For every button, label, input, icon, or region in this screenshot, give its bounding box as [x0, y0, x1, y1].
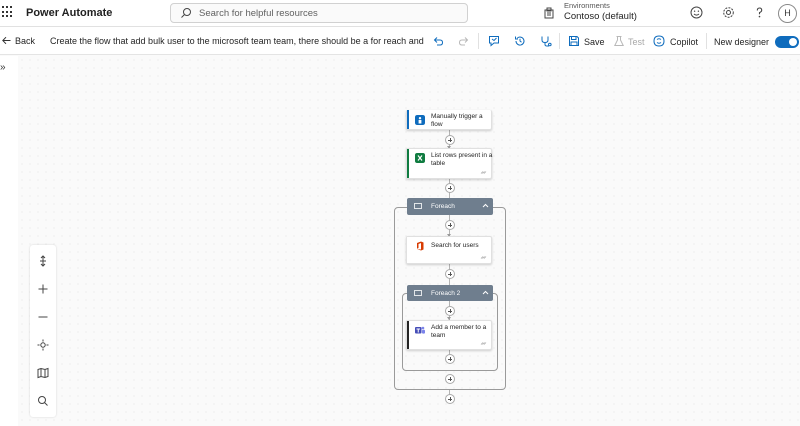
excel-icon — [415, 153, 425, 163]
loop-icon — [414, 203, 422, 209]
list-rows-card[interactable]: List rows present in a table — [406, 148, 492, 179]
test-button[interactable]: Test — [628, 37, 645, 47]
collapse-chevron-icon[interactable] — [482, 202, 489, 209]
insert-step-button[interactable] — [445, 306, 455, 316]
foreach-header[interactable]: Foreach — [407, 198, 493, 215]
zoom-in-icon[interactable] — [37, 283, 49, 295]
command-bar: Back Create the flow that add bulk user … — [0, 27, 800, 55]
save-icon[interactable] — [568, 35, 580, 47]
flow-title[interactable]: Create the flow that add bulk user to th… — [50, 36, 425, 46]
collapse-chevron-icon[interactable] — [482, 289, 489, 296]
card-accent — [407, 321, 409, 349]
add-member-card[interactable]: Add a member to a team — [406, 320, 492, 350]
user-avatar[interactable]: H — [778, 4, 797, 23]
canvas-controls — [30, 245, 56, 417]
save-button[interactable]: Save — [584, 37, 605, 47]
search-box[interactable]: Search for helpful resources — [170, 3, 468, 23]
back-arrow-icon[interactable] — [2, 36, 11, 45]
connection-link-icon — [480, 342, 487, 345]
feedback-smiley-icon[interactable] — [690, 6, 703, 19]
card-accent — [407, 149, 409, 178]
expand-panel-icon[interactable]: » — [0, 62, 6, 73]
connection-link-icon — [480, 171, 487, 174]
environment-name[interactable]: Contoso (default) — [564, 11, 637, 22]
redo-icon[interactable] — [458, 35, 470, 47]
trigger-manual-card[interactable]: Manually trigger a flow — [406, 110, 492, 130]
environment-icon — [544, 7, 554, 19]
card-title: Add a member to a team — [431, 324, 487, 339]
back-button[interactable]: Back — [15, 36, 35, 46]
version-history-icon[interactable] — [514, 35, 526, 47]
insert-step-button[interactable] — [445, 354, 455, 364]
foreach2-header[interactable]: Foreach 2 — [407, 285, 493, 301]
left-rail — [0, 56, 18, 426]
search-canvas-icon[interactable] — [37, 395, 49, 407]
comments-icon[interactable] — [488, 35, 500, 47]
scope-title: Foreach — [431, 203, 455, 210]
copilot-button[interactable]: Copilot — [670, 37, 698, 47]
fit-vertical-icon[interactable] — [37, 255, 49, 267]
insert-step-button[interactable] — [445, 374, 455, 384]
loop-icon — [414, 290, 422, 296]
environments-label[interactable]: Environments — [564, 1, 610, 10]
office365-icon — [417, 241, 424, 251]
card-accent — [407, 237, 409, 263]
test-flask-icon[interactable] — [613, 35, 625, 47]
top-header: Power Automate Search for helpful resour… — [0, 0, 800, 27]
insert-step-button[interactable] — [445, 220, 455, 230]
divider — [478, 33, 479, 49]
teams-icon — [415, 326, 425, 334]
new-designer-toggle[interactable] — [775, 36, 799, 48]
toggle-knob — [789, 38, 797, 46]
manual-trigger-icon — [415, 115, 425, 125]
help-icon[interactable] — [753, 6, 766, 19]
zoom-out-icon[interactable] — [37, 311, 49, 323]
connection-link-icon — [480, 256, 487, 259]
insert-step-button[interactable] — [445, 394, 455, 404]
divider — [559, 33, 560, 49]
insert-step-button[interactable] — [445, 135, 455, 145]
card-accent — [407, 110, 409, 129]
card-title: Manually trigger a flow — [431, 113, 483, 128]
search-placeholder: Search for helpful resources — [199, 8, 318, 19]
fit-to-screen-icon[interactable] — [37, 339, 49, 351]
insert-step-button[interactable] — [445, 269, 455, 279]
card-title: List rows present in a table — [431, 152, 493, 167]
search-icon — [181, 8, 191, 18]
divider — [706, 33, 707, 49]
copilot-icon[interactable] — [653, 35, 665, 47]
settings-gear-icon[interactable] — [722, 6, 735, 19]
minimap-icon[interactable] — [37, 367, 49, 379]
insert-step-button[interactable] — [445, 183, 455, 193]
app-launcher-icon[interactable] — [2, 6, 14, 18]
card-title: Search for users — [431, 242, 479, 249]
scope-title: Foreach 2 — [431, 290, 461, 297]
search-users-card[interactable]: Search for users — [406, 236, 492, 264]
flow-checker-icon[interactable] — [540, 35, 552, 47]
undo-icon[interactable] — [432, 35, 444, 47]
app-name[interactable]: Power Automate — [26, 7, 112, 19]
new-designer-label: New designer — [714, 37, 770, 47]
